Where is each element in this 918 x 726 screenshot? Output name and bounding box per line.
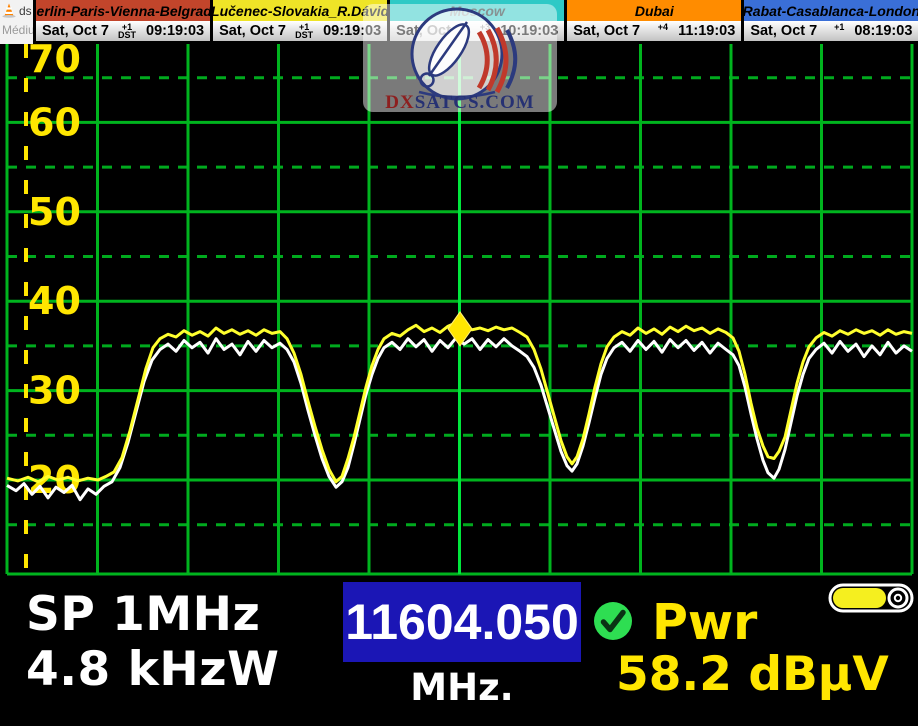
background-window-title: ds (19, 4, 32, 18)
panel-date: Sat, Oct 7 (750, 23, 817, 39)
dxsatcs-logo-icon: DXSATCS.COM (363, 4, 557, 112)
span-value: SP 1MHz (26, 587, 279, 642)
panel-dst-label: DST (295, 31, 313, 39)
spectrum-plot: 706050403020 (0, 44, 918, 578)
power-label: Pwr (652, 594, 757, 651)
battery-icon (828, 583, 914, 613)
panel-date: Sat, Oct 7 (42, 23, 109, 39)
clock-panel: Berlin-Paris-Vienna-Belgrade Sat, Oct 7 … (33, 0, 210, 44)
y-axis-label: 50 (28, 190, 81, 234)
readout-band: SP 1MHz 4.8 kHzW 11604.050 MHz. Pwr 58.2… (0, 577, 918, 726)
span-bandwidth-readout: SP 1MHz 4.8 kHzW (26, 587, 279, 697)
panel-time-row: Sat, Oct 7 +1 DST 09:19:03 (213, 21, 387, 44)
panel-utc-offset: +1 DST (295, 23, 313, 39)
city-name: Berlin-Paris-Vienna-Belgrade (36, 0, 210, 21)
y-axis-label: 60 (28, 100, 81, 144)
panel-time-row: Sat, Oct 7 +1 08:19:03 (744, 21, 918, 44)
frequency-input[interactable]: 11604.050 (343, 582, 581, 662)
panel-utc-offset: +1 DST (118, 23, 136, 39)
panel-offset-value: +1 (834, 23, 844, 31)
panel-time-row: Sat, Oct 7 +1 DST 09:19:03 (36, 21, 210, 44)
clock-panel: Lučenec-Slovakia_R.Dávid Sat, Oct 7 +1 D… (210, 0, 387, 44)
y-axis-label: 30 (28, 369, 81, 413)
panel-utc-offset: +1 (834, 23, 844, 31)
y-axis-label: 70 (28, 44, 81, 81)
power-value: 58.2 dBµV (616, 647, 889, 702)
dxsatcs-watermark: DXSATCS.COM (363, 4, 557, 112)
city-name: Dubai (567, 0, 741, 21)
panel-time: 09:19:03 (146, 23, 204, 39)
panel-time: 08:19:03 (854, 23, 912, 39)
panel-offset-value: +4 (658, 23, 668, 31)
panel-time: 11:19:03 (678, 23, 735, 39)
resolution-bandwidth-value: 4.8 kHzW (26, 642, 279, 697)
panel-date: Sat, Oct 7 (573, 23, 640, 39)
y-axis-label: 40 (28, 279, 81, 323)
background-window-menu-item[interactable]: Médiu (0, 18, 33, 37)
background-window: ds Médiu (0, 0, 33, 44)
panel-dst-label: DST (118, 31, 136, 39)
panel-time-row: Sat, Oct 7 +4 11:19:03 (567, 21, 741, 44)
lock-ok-icon (593, 601, 633, 641)
city-name: Lučenec-Slovakia_R.Dávid (213, 0, 387, 21)
panel-utc-offset: +4 (658, 23, 668, 31)
clock-panel: Rabat-Casablanca-London Sat, Oct 7 +1 08… (741, 0, 918, 44)
city-name: Rabat-Casablanca-London (744, 0, 918, 21)
sat-meter-screen: ds Médiu Berlin-Paris-Vienna-Belgrade Sa… (0, 0, 918, 726)
watermark-brand-text: DXSATCS.COM (385, 92, 534, 112)
panel-date: Sat, Oct 7 (219, 23, 286, 39)
vlc-cone-icon (2, 3, 16, 18)
background-window-titlebar: ds (0, 0, 33, 18)
clock-panel: Dubai Sat, Oct 7 +4 11:19:03 (564, 0, 741, 44)
frequency-unit-label: MHz. (343, 666, 581, 709)
